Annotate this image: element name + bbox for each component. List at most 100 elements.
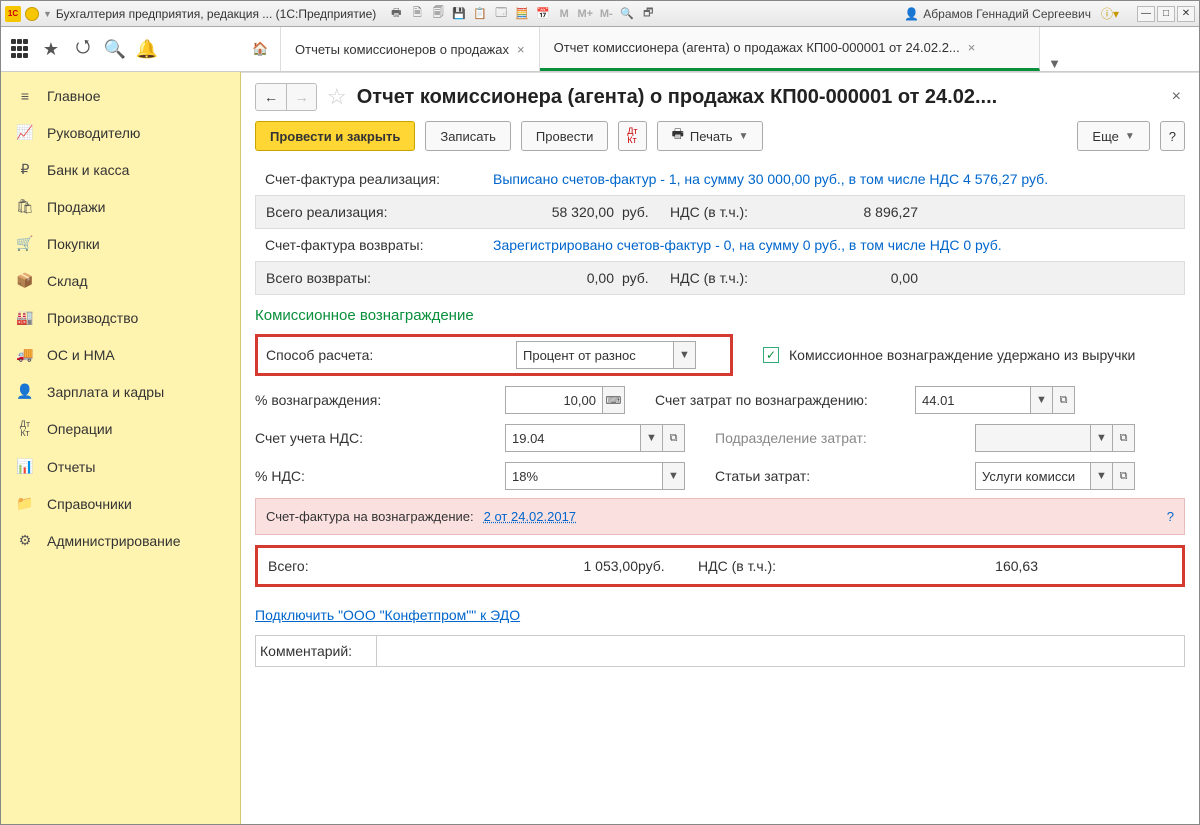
- post-close-button[interactable]: Провести и закрыть: [255, 121, 415, 151]
- maximize-button[interactable]: □: [1157, 6, 1175, 22]
- vat-account-select[interactable]: 19.04 ▼ ⧉: [505, 424, 685, 452]
- sidebar-item-label: Склад: [47, 273, 88, 289]
- post-button[interactable]: Провести: [521, 121, 609, 151]
- value: 19.04: [506, 431, 640, 446]
- tab-label: Отчеты комиссионеров о продажах: [295, 42, 509, 57]
- label: Всего возвраты:: [266, 270, 486, 286]
- help-icon[interactable]: ?: [1167, 509, 1174, 524]
- open-icon[interactable]: ⧉: [1112, 425, 1134, 451]
- sidebar-item-manager[interactable]: 📈Руководителю: [1, 114, 240, 151]
- user-label[interactable]: 👤 Абрамов Геннадий Сергеевич: [904, 7, 1091, 21]
- tab-close-icon[interactable]: ×: [968, 40, 976, 55]
- sidebar-item-assets[interactable]: 🚚ОС и НМА: [1, 336, 240, 373]
- bag-icon: 🛍: [15, 198, 35, 215]
- sidebar: ≡Главное 📈Руководителю ₽Банк и касса 🛍Пр…: [1, 72, 241, 824]
- sidebar-item-admin[interactable]: ⚙Администрирование: [1, 522, 240, 559]
- sidebar-item-reports[interactable]: 📊Отчеты: [1, 448, 240, 485]
- close-button[interactable]: ✕: [1177, 6, 1195, 22]
- m-minus-label[interactable]: M-: [598, 6, 614, 22]
- boxes-icon: 📦: [15, 272, 35, 289]
- label: НДС (в т.ч.):: [698, 558, 838, 574]
- app-title: Бухгалтерия предприятия, редакция ... (1…: [56, 7, 376, 21]
- save-icon[interactable]: 💾: [451, 6, 467, 22]
- preview-icon[interactable]: 🗎: [409, 6, 425, 22]
- cart-icon: 🛒: [15, 235, 35, 252]
- tabs-dropdown[interactable]: ▼: [1040, 56, 1070, 71]
- sidebar-item-catalogs[interactable]: 📁Справочники: [1, 485, 240, 522]
- label: Способ расчета:: [266, 347, 506, 363]
- edo-link[interactable]: Подключить "ООО "Конфетпром"" к ЭДО: [255, 607, 1185, 623]
- open-icon[interactable]: ⧉: [1112, 463, 1134, 489]
- back-button[interactable]: ←: [256, 84, 286, 110]
- tab-report-document[interactable]: Отчет комиссионера (агента) о продажах К…: [540, 27, 1040, 71]
- favorite-icon[interactable]: ★: [39, 39, 63, 60]
- department-select[interactable]: ▼ ⧉: [975, 424, 1135, 452]
- cost-account-select[interactable]: 44.01 ▼ ⧉: [915, 386, 1075, 414]
- chevron-down-icon: ▼: [739, 131, 749, 142]
- search-icon[interactable]: 🔍: [103, 39, 127, 60]
- app-menu-icon[interactable]: [25, 7, 39, 21]
- save-button[interactable]: Записать: [425, 121, 511, 151]
- doc-header: ← → ☆ Отчет комиссионера (агента) о прод…: [241, 73, 1199, 117]
- chevron-down-icon[interactable]: ▼: [1090, 425, 1112, 451]
- forward-button[interactable]: →: [286, 84, 316, 110]
- notifications-icon[interactable]: 🔔: [135, 39, 159, 60]
- chevron-down-icon[interactable]: ▼: [1090, 463, 1112, 489]
- dtkt-button[interactable]: Дт Кт: [618, 121, 646, 151]
- zoom-icon[interactable]: 🔍: [619, 6, 635, 22]
- open-icon[interactable]: ⧉: [1052, 387, 1074, 413]
- windows-icon[interactable]: 🗗: [640, 6, 656, 22]
- sidebar-item-hr[interactable]: 👤Зарплата и кадры: [1, 373, 240, 410]
- sidebar-item-production[interactable]: 🏭Производство: [1, 299, 240, 336]
- sidebar-item-label: Покупки: [47, 236, 100, 252]
- m-plus-label[interactable]: M+: [577, 6, 593, 22]
- open-icon[interactable]: ⧉: [662, 425, 684, 451]
- doc-title: Отчет комиссионера (агента) о продажах К…: [357, 86, 1158, 109]
- clipboard-icon[interactable]: 📋: [472, 6, 488, 22]
- chevron-down-icon[interactable]: ▼: [662, 463, 684, 489]
- sidebar-item-main[interactable]: ≡Главное: [1, 78, 240, 114]
- withheld-checkbox[interactable]: ✓: [763, 347, 779, 363]
- history-icon[interactable]: ⭯: [71, 34, 95, 64]
- sf-real-link[interactable]: Выписано счетов-фактур - 1, на сумму 30 …: [493, 171, 1048, 187]
- home-tab[interactable]: 🏠: [241, 27, 281, 71]
- sidebar-item-operations[interactable]: Дт КтОперации: [1, 410, 240, 448]
- minimize-button[interactable]: —: [1137, 6, 1155, 22]
- pct-input[interactable]: 10,00 ⌨: [505, 386, 625, 414]
- print-icon[interactable]: 🖶: [388, 6, 404, 22]
- cost-item-select[interactable]: Услуги комисси ▼ ⧉: [975, 462, 1135, 490]
- calculator-icon[interactable]: 🧮: [514, 6, 530, 22]
- chevron-down-icon[interactable]: ▼: [640, 425, 662, 451]
- calendar-icon[interactable]: 📅: [535, 6, 551, 22]
- button-label: Провести: [536, 129, 594, 144]
- dropdown-icon[interactable]: ▼: [43, 9, 52, 19]
- doc-close-button[interactable]: ×: [1168, 84, 1185, 110]
- compare-icon[interactable]: 🗔: [493, 6, 509, 22]
- help-button[interactable]: ?: [1160, 121, 1185, 151]
- copy-icon[interactable]: 🗐: [430, 6, 446, 22]
- tab-reports-list[interactable]: Отчеты комиссионеров о продажах ×: [281, 27, 540, 71]
- tab-close-icon[interactable]: ×: [517, 42, 525, 57]
- dtkt-icon: Дт Кт: [15, 420, 35, 438]
- print-button[interactable]: 🖶Печать▼: [657, 121, 764, 151]
- favorite-toggle[interactable]: ☆: [327, 84, 347, 110]
- more-button[interactable]: Еще▼: [1077, 121, 1149, 151]
- comment-input[interactable]: [376, 636, 1184, 666]
- apps-grid-icon[interactable]: [11, 39, 31, 59]
- vat-pct-select[interactable]: 18% ▼: [505, 462, 685, 490]
- info-icon[interactable]: ⓘ▾: [1101, 5, 1119, 22]
- value: 44.01: [916, 393, 1030, 408]
- sidebar-item-warehouse[interactable]: 📦 Склад: [1, 262, 240, 299]
- unit: руб.: [622, 270, 662, 286]
- chevron-down-icon[interactable]: ▼: [673, 342, 695, 368]
- chevron-down-icon[interactable]: ▼: [1030, 387, 1052, 413]
- calc-icon[interactable]: ⌨: [602, 387, 624, 413]
- calc-method-select[interactable]: Процент от разнос ▼: [516, 341, 696, 369]
- m-label[interactable]: M: [556, 6, 572, 22]
- sidebar-item-purchases[interactable]: 🛒 Покупки: [1, 225, 240, 262]
- sf-fee-link[interactable]: 2 от 24.02.2017: [484, 509, 576, 524]
- sidebar-item-bank[interactable]: ₽Банк и касса: [1, 151, 240, 188]
- sf-ret-link[interactable]: Зарегистрировано счетов-фактур - 0, на с…: [493, 237, 1002, 253]
- sidebar-item-label: Главное: [47, 88, 101, 104]
- sidebar-item-sales[interactable]: 🛍Продажи: [1, 188, 240, 225]
